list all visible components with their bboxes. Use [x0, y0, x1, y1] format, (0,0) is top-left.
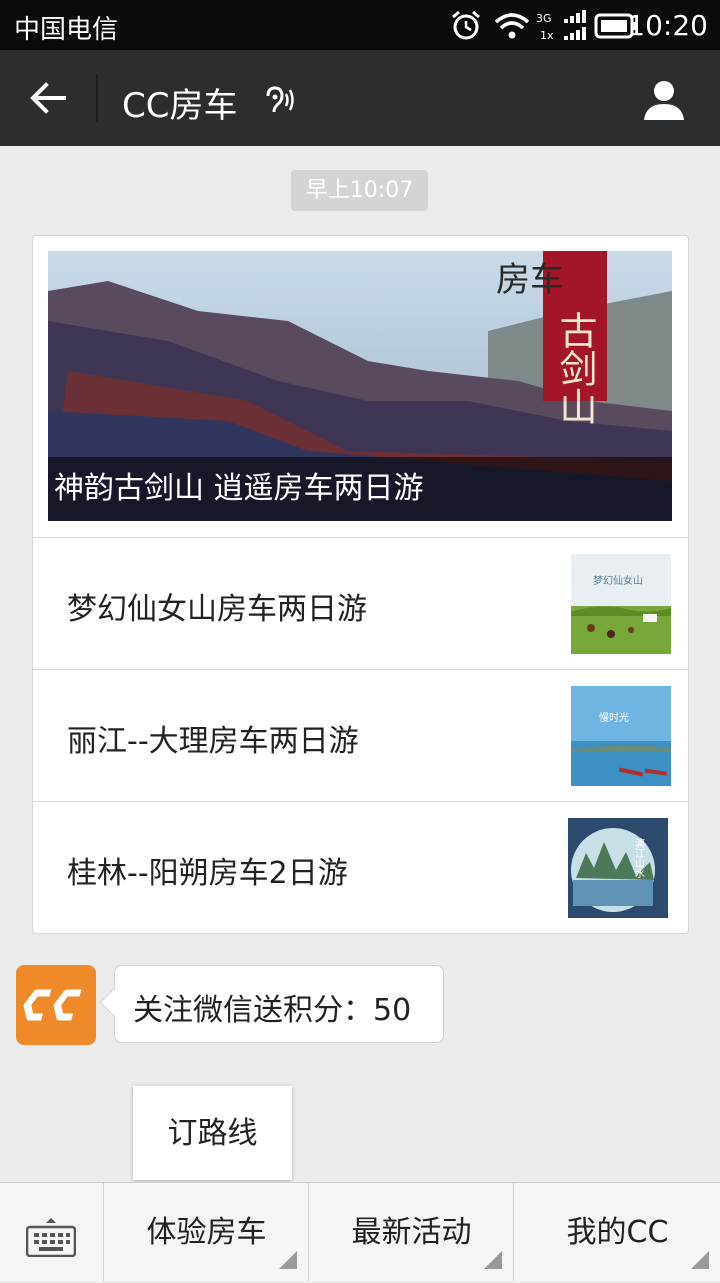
menu-experience-rv[interactable]: 体验房车	[103, 1183, 309, 1281]
wifi-icon	[494, 13, 530, 39]
signal-icon: 3G 1x	[536, 10, 586, 42]
svg-text:3G: 3G	[536, 12, 552, 25]
alarm-icon	[452, 10, 480, 40]
cover-article[interactable]: 房车 古剑山 神韵古剑山 逍遥房车两日游	[48, 251, 672, 521]
title-divider	[96, 74, 98, 122]
chat-title: CC房车	[122, 86, 238, 126]
menu-my-cc[interactable]: 我的CC	[513, 1183, 720, 1281]
svg-text:漓江山水: 漓江山水	[633, 837, 645, 878]
article-thumbnail: 梦幻仙女山	[571, 554, 671, 654]
menu-label: 最新活动	[351, 1215, 472, 1250]
user-icon[interactable]	[640, 76, 688, 124]
article-item[interactable]: 桂林--阳朔房车2日游 漓江山水	[33, 801, 688, 934]
title-bar: CC房车	[0, 50, 720, 146]
arrow-left-icon[interactable]	[24, 74, 72, 122]
article-item[interactable]: 丽江--大理房车两日游 慢时光	[33, 669, 688, 802]
voice-mode-icon	[266, 86, 294, 113]
submenu-indicator-icon	[484, 1251, 502, 1269]
status-icons: 3G 1x	[452, 10, 637, 42]
carrier-name: 中国电信	[14, 15, 119, 45]
cc-logo-icon	[23, 989, 82, 1021]
image-text-fangche: 房车	[496, 260, 564, 300]
keyboard-toggle-button[interactable]	[0, 1183, 103, 1281]
article-thumbnail: 慢时光	[571, 686, 671, 786]
bottom-menu: 体验房车 最新活动 我的CC	[0, 1182, 720, 1281]
clock: 10:20	[627, 9, 708, 42]
image-text-gujianshan: 古剑山	[553, 311, 597, 425]
submenu-item-route[interactable]: 订路线	[133, 1086, 292, 1180]
article-thumbnail: 漓江山水	[568, 818, 668, 918]
menu-label: 体验房车	[146, 1215, 267, 1250]
status-bar: 中国电信 3G 1x 10:20	[0, 0, 720, 50]
avatar[interactable]	[16, 965, 96, 1045]
menu-label: 我的CC	[566, 1215, 669, 1250]
article-title[interactable]: 丽江--大理房车两日游	[67, 716, 359, 760]
article-title[interactable]: 桂林--阳朔房车2日游	[67, 848, 348, 892]
svg-text:1x: 1x	[540, 29, 554, 42]
svg-text:梦幻仙女山: 梦幻仙女山	[593, 574, 643, 587]
keyboard-icon	[26, 1218, 76, 1257]
message-text: 关注微信送积分：50	[133, 993, 412, 1028]
cover-caption[interactable]: 神韵古剑山 逍遥房车两日游	[48, 457, 672, 521]
message-bubble[interactable]: 关注微信送积分：50	[114, 965, 444, 1043]
article-item[interactable]: 梦幻仙女山房车两日游 梦幻仙女山	[33, 537, 688, 670]
message-timestamp: 早上10:07	[291, 170, 428, 211]
article-title[interactable]: 梦幻仙女山房车两日游	[67, 584, 367, 628]
submenu-indicator-icon	[691, 1251, 709, 1269]
submenu-indicator-icon	[279, 1251, 297, 1269]
article-card[interactable]: 房车 古剑山 神韵古剑山 逍遥房车两日游 梦幻仙女山房车两日游 梦幻仙女山 丽江…	[32, 235, 689, 934]
menu-latest-events[interactable]: 最新活动	[308, 1183, 514, 1281]
svg-text:慢时光: 慢时光	[599, 711, 629, 724]
